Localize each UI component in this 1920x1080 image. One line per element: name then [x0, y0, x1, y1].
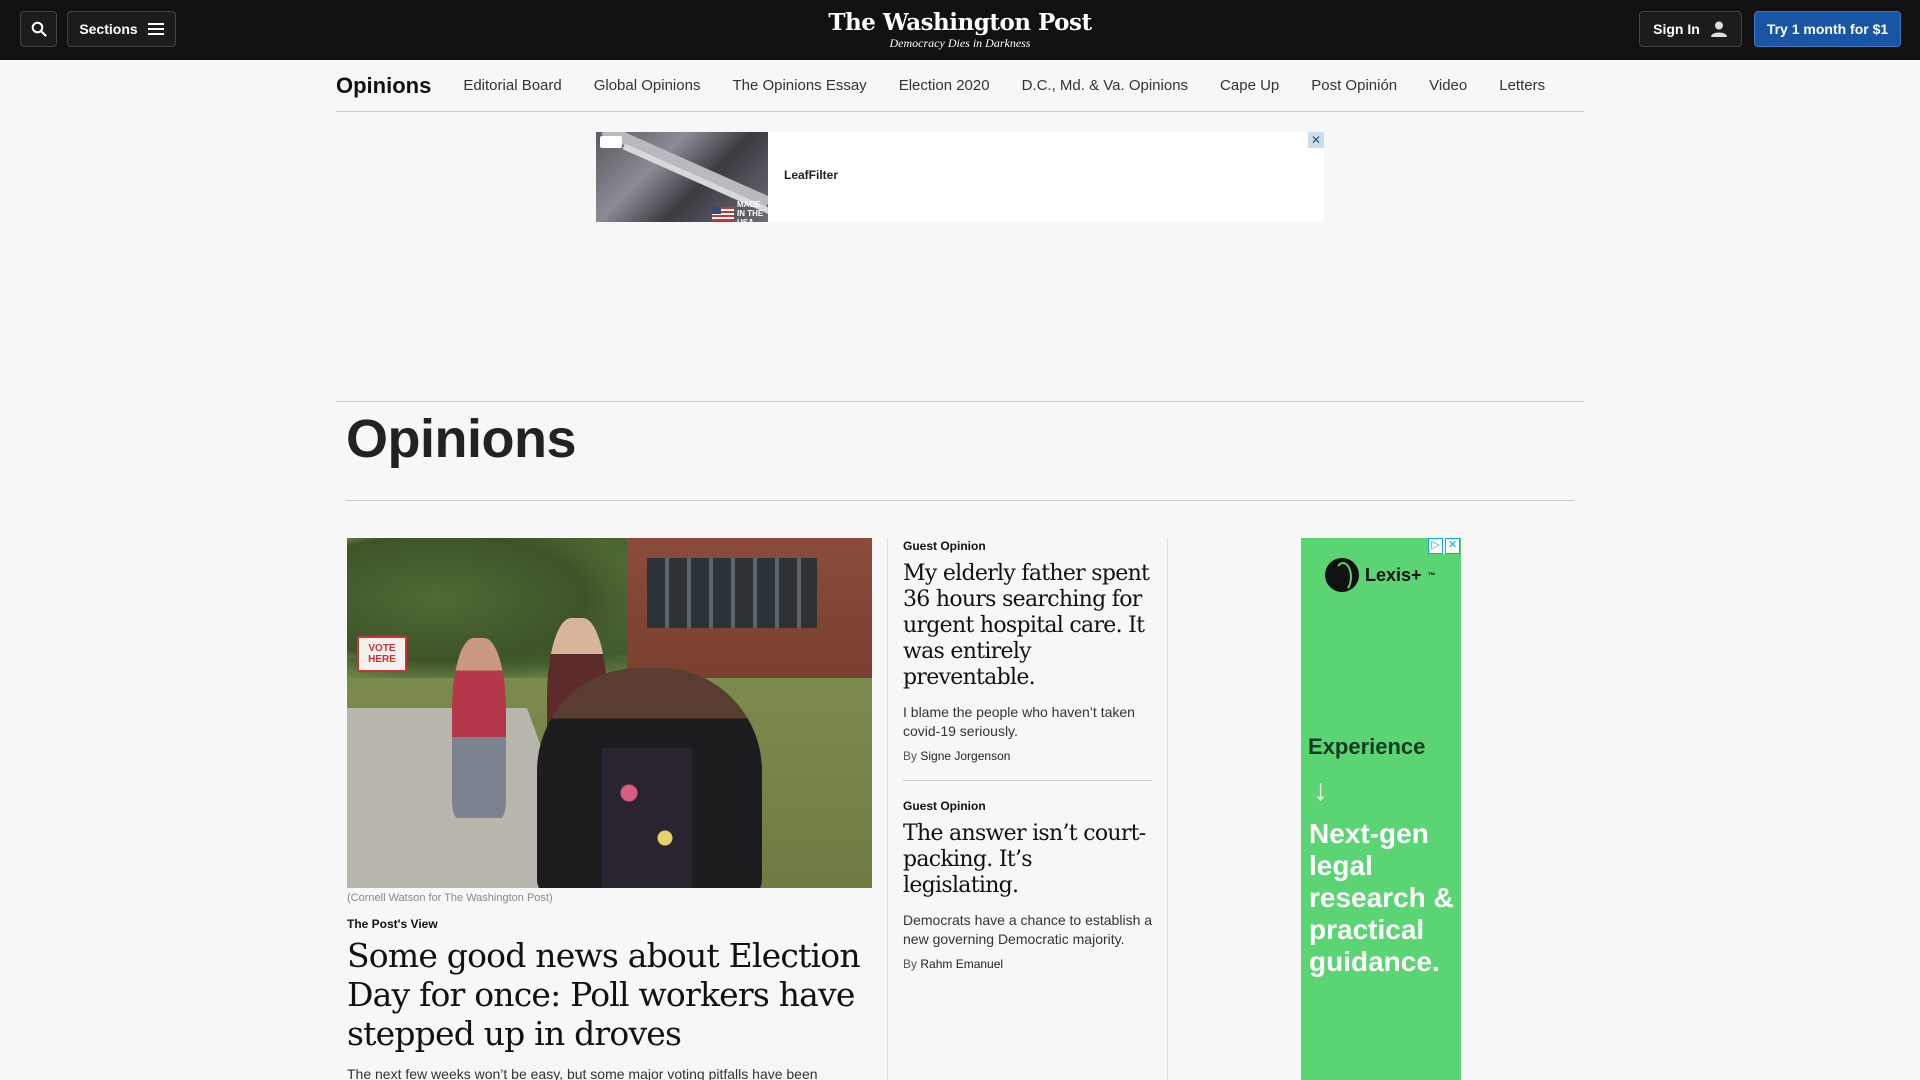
leaffilter-logo: LeafFilter	[784, 168, 839, 182]
lexis-logo-icon	[1325, 558, 1359, 592]
ad-controls: ▷ ✕	[1428, 538, 1460, 554]
us-flag-icon	[712, 206, 734, 221]
lead-kicker[interactable]: The Post's View	[347, 917, 438, 931]
nav-post-opinion[interactable]: Post Opinión	[1311, 77, 1397, 94]
nav-dmv-opinions[interactable]: D.C., Md. & Va. Opinions	[1022, 77, 1188, 94]
trademark-mark: ™	[1427, 570, 1436, 580]
made-in-usa-badge: MADE IN THE USA	[712, 200, 768, 222]
story-kicker[interactable]: Guest Opinion	[903, 799, 1153, 813]
nav-election-2020[interactable]: Election 2020	[899, 77, 990, 94]
lexis-logo: Lexis+ ™	[1325, 558, 1436, 592]
lexis-brand: Lexis+	[1365, 564, 1422, 585]
logo-name: The Washington Post	[828, 9, 1092, 36]
nav-letters[interactable]: Letters	[1499, 77, 1545, 94]
nav-video[interactable]: Video	[1429, 77, 1467, 94]
nav-global-opinions[interactable]: Global Opinions	[594, 77, 701, 94]
story-byline: By Rahm Emanuel	[903, 957, 1153, 971]
sign-in-button[interactable]: Sign In	[1639, 11, 1742, 47]
lead-blurb: The next few weeks won’t be easy, but so…	[347, 1066, 818, 1080]
divider	[336, 401, 1584, 402]
ad-close-button[interactable]: ✕	[1308, 132, 1324, 148]
story-blurb: I blame the people who haven’t taken cov…	[903, 704, 1135, 739]
menu-icon	[147, 23, 164, 35]
sign-in-label: Sign In	[1653, 21, 1700, 37]
column-divider	[887, 538, 888, 1080]
byline-prefix: By	[903, 749, 918, 763]
adchoices-icon[interactable]: ▷	[1428, 538, 1443, 554]
top-bar: Sections The Washington Post Democracy D…	[0, 0, 1920, 60]
search-icon	[31, 21, 47, 37]
story-blurb: Democrats have a chance to establish a n…	[903, 912, 1153, 947]
search-button[interactable]	[20, 11, 57, 47]
nav-cape-up[interactable]: Cape Up	[1220, 77, 1279, 94]
ad-experience-text: Experience	[1308, 734, 1426, 759]
divider	[346, 500, 1574, 501]
logo-tagline: Democracy Dies in Darkness	[889, 36, 1031, 50]
ad-copy: Next-gen legal research & practical guid…	[1309, 818, 1454, 977]
byline-prefix: By	[903, 957, 918, 971]
story-headline[interactable]: The answer isn’t court-packing. It’s leg…	[903, 821, 1153, 899]
story-kicker[interactable]: Guest Opinion	[903, 539, 1153, 553]
photo-credit: (Cornell Watson for The Washington Post)	[347, 892, 553, 904]
nav-opinions-essay[interactable]: The Opinions Essay	[732, 77, 866, 94]
user-icon	[1710, 21, 1727, 37]
made-in-usa-text: MADE IN THE USA	[737, 200, 764, 222]
author-link[interactable]: Rahm Emanuel	[920, 957, 1003, 971]
divider	[903, 780, 1152, 781]
trial-subscribe-button[interactable]: Try 1 month for $1	[1754, 11, 1901, 47]
sections-button[interactable]: Sections	[67, 11, 176, 47]
site-logo[interactable]: The Washington Post Democracy Dies in Da…	[760, 9, 1160, 51]
lead-story-photo[interactable]: VOTE HERE	[347, 538, 872, 888]
story-card: Guest Opinion The answer isn’t court-pac…	[903, 799, 1153, 971]
vote-here-sign: VOTE HERE	[357, 636, 407, 672]
section-nav: Opinions Editorial Board Global Opinions…	[336, 60, 1584, 112]
close-icon[interactable]: ✕	[1445, 538, 1460, 554]
page-title: Opinions	[346, 409, 576, 469]
story-card: Guest Opinion My elderly father spent 36…	[903, 539, 1153, 763]
arrow-down-icon: ↓	[1313, 774, 1328, 807]
lead-headline[interactable]: Some good news about Election Day for on…	[347, 936, 867, 1053]
section-nav-title[interactable]: Opinions	[336, 73, 431, 99]
gutter-photo: MADE IN THE USA	[596, 132, 768, 222]
author-link[interactable]: Signe Jorgenson	[920, 749, 1010, 763]
column-divider	[1167, 538, 1168, 1080]
story-headline[interactable]: My elderly father spent 36 hours searchi…	[903, 561, 1153, 691]
nav-editorial-board[interactable]: Editorial Board	[463, 77, 561, 94]
top-banner-ad[interactable]: MADE IN THE USA LeafFilter	[596, 132, 1324, 222]
sidebar-ad[interactable]: Lexis+ ™ Experience ↓ Next-gen legal rese…	[1301, 538, 1461, 1080]
sections-label: Sections	[79, 21, 138, 37]
story-byline: By Signe Jorgenson	[903, 749, 1153, 763]
